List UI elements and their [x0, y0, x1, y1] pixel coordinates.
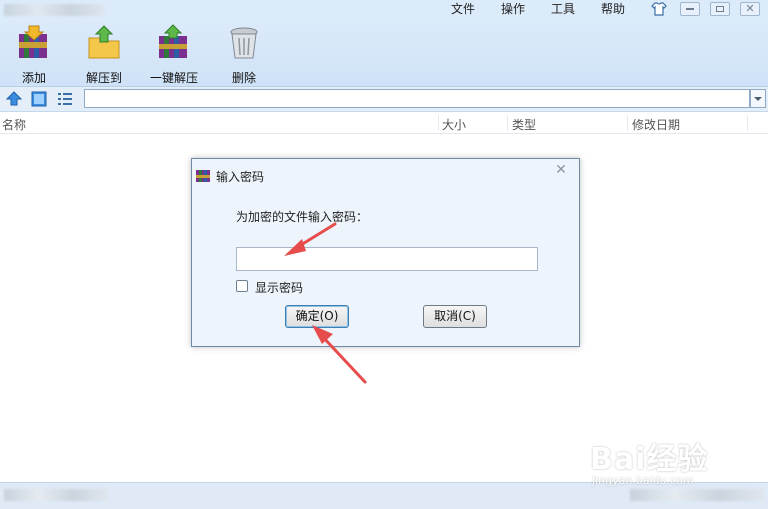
- chevron-down-icon: [754, 97, 762, 101]
- large-icon-view-icon[interactable]: [31, 91, 47, 107]
- menu-bar: 文件 操作 工具 帮助: [438, 0, 638, 18]
- watermark-brand: Bai经验: [590, 442, 709, 477]
- menu-operate[interactable]: 操作: [488, 0, 538, 18]
- password-prompt: 为加密的文件输入密码：: [236, 210, 369, 224]
- add-button[interactable]: 添加: [2, 24, 66, 86]
- one-click-extract-button[interactable]: 一键解压: [142, 24, 206, 86]
- dialog-close-button[interactable]: ✕: [548, 162, 574, 179]
- menu-tools[interactable]: 工具: [538, 0, 588, 18]
- maximize-button[interactable]: [710, 2, 730, 16]
- file-list-header: 名称 大小 类型 修改日期: [0, 113, 768, 134]
- ok-button[interactable]: 确定(O): [285, 305, 349, 328]
- toolbar: 添加 解压到 一键解压 删除: [0, 20, 768, 87]
- menu-file[interactable]: 文件: [438, 0, 488, 18]
- password-dialog: 输入密码 ✕ 为加密的文件输入密码： 显示密码 确定(O) 取消(C): [191, 158, 580, 347]
- column-modified-date[interactable]: 修改日期: [632, 116, 680, 133]
- dialog-title: 输入密码: [216, 170, 265, 184]
- add-label: 添加: [21, 71, 46, 85]
- extract-to-label: 解压到: [85, 71, 122, 85]
- password-input[interactable]: [236, 247, 538, 271]
- trash-icon: [225, 24, 263, 62]
- one-click-extract-label: 一键解压: [149, 71, 198, 85]
- title-bar: 文件 操作 工具 帮助 ✕: [0, 0, 768, 20]
- winrar-icon: [196, 170, 210, 182]
- extract-to-button[interactable]: 解压到: [72, 24, 136, 86]
- close-button[interactable]: ✕: [740, 2, 760, 16]
- path-input[interactable]: [84, 89, 750, 108]
- delete-button[interactable]: 删除: [212, 24, 276, 86]
- list-view-icon[interactable]: [57, 91, 73, 107]
- status-text-blurred: [4, 489, 108, 501]
- watermark: Bai经验 jingyan.baidu.com: [590, 422, 768, 492]
- watermark-url: jingyan.baidu.com: [592, 474, 694, 487]
- up-arrow-icon[interactable]: [6, 91, 22, 107]
- app-title-blurred: [4, 4, 104, 16]
- menu-help[interactable]: 帮助: [588, 0, 638, 18]
- show-password-label[interactable]: 显示密码: [255, 279, 303, 296]
- delete-label: 删除: [231, 71, 256, 85]
- one-click-extract-icon: [155, 24, 193, 62]
- column-type[interactable]: 类型: [512, 116, 536, 133]
- skin-shirt-icon[interactable]: [650, 1, 668, 17]
- minimize-button[interactable]: [680, 2, 700, 16]
- address-bar: [0, 87, 768, 112]
- archive-add-icon: [15, 24, 53, 62]
- path-dropdown-button[interactable]: [750, 89, 766, 108]
- column-size[interactable]: 大小: [442, 116, 466, 133]
- column-name[interactable]: 名称: [2, 116, 26, 133]
- cancel-button[interactable]: 取消(C): [423, 305, 487, 328]
- show-password-checkbox[interactable]: [236, 280, 248, 292]
- extract-folder-icon: [85, 24, 123, 62]
- close-icon: ✕: [555, 162, 567, 178]
